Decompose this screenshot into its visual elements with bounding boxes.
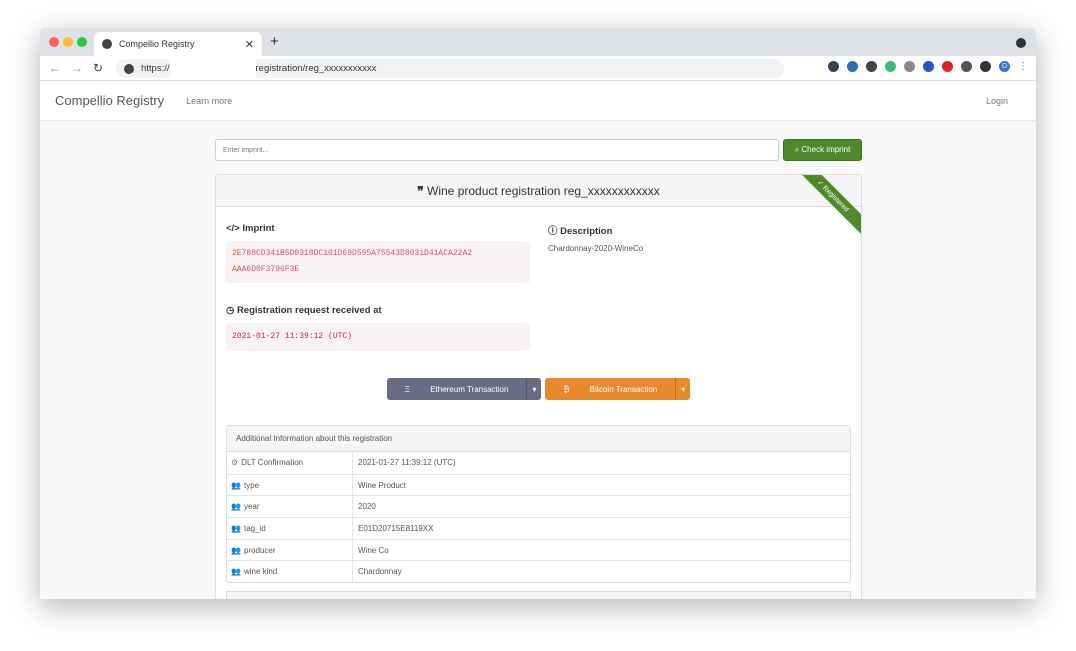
imprint-line: AAA6D0F3796F3E: [232, 265, 300, 274]
chat-icon[interactable]: [923, 61, 934, 72]
received-label: Registration request received at: [236, 305, 382, 316]
row-key-text: year: [243, 502, 260, 512]
next-panel: [226, 591, 851, 599]
site-navbar: Compellio Registry Learn more Login: [40, 81, 1036, 121]
more-icon[interactable]: ⋮: [1018, 61, 1028, 72]
code-icon: </>: [226, 223, 243, 234]
table-row: 👥 wine kind Chardonnay: [227, 560, 850, 583]
received-value: 2021-01-27 11:39:12 (UTC): [226, 323, 530, 351]
camera-icon[interactable]: [904, 61, 915, 72]
row-key: 👥 year: [227, 496, 353, 518]
row-value: Wine Co: [358, 545, 389, 555]
reload-icon[interactable]: ↻: [93, 61, 103, 75]
profile-avatar[interactable]: D: [999, 61, 1010, 72]
clock-icon: ◷: [226, 305, 237, 316]
tab-title: Compellio Registry: [119, 39, 195, 49]
minimize-window-button[interactable]: [63, 37, 73, 47]
info-icon: ⓘ: [548, 226, 561, 237]
row-key: 👥 producer: [227, 539, 353, 561]
users-icon: 👥: [231, 567, 241, 577]
row-key-text: producer: [243, 545, 276, 555]
row-key: 👥 type: [227, 474, 353, 496]
users-icon: 👥: [231, 480, 241, 490]
transaction-buttons: Ξ Ethereum Transaction ▾ ₿ Bitcoin Transa…: [216, 378, 861, 400]
info-heading: Additional Information about this regist…: [227, 426, 850, 452]
description-value: Chardonnay-2020-WineCo: [548, 244, 644, 253]
table-row: 👥 type Wine Product: [227, 473, 850, 496]
row-value: E01D20715E8119XX: [358, 523, 434, 533]
row-key-text: wine kind: [243, 567, 278, 577]
cogs-icon: ⚙: [231, 458, 239, 468]
new-tab-button[interactable]: +: [270, 33, 279, 50]
extension-icon[interactable]: [866, 61, 877, 72]
close-tab-icon[interactable]: ✕: [245, 38, 254, 51]
learn-more-link[interactable]: Learn more: [186, 96, 232, 106]
extension-icon[interactable]: [828, 61, 839, 72]
bitcoin-transaction-button[interactable]: ₿ Bitcoin Transaction ▾: [545, 378, 691, 400]
panel-header: ❞ Wine product registration reg_xxxxxxxx…: [216, 175, 861, 207]
imprint-input[interactable]: [215, 139, 779, 161]
browser-window: Compellio Registry ✕ + ← → ↻ https:// regi…: [40, 28, 1036, 599]
imprint-value: 2E788CD341B5D0310DC101D69D595A75543D8031…: [226, 241, 530, 283]
extension-icon[interactable]: [942, 61, 953, 72]
row-key: ⚙ DLT Confirmation: [227, 452, 353, 474]
forward-icon[interactable]: →: [71, 61, 83, 75]
additional-info-table: Additional Information about this regist…: [226, 425, 851, 584]
url-redaction: [169, 59, 256, 78]
panel-title: Wine product registration reg_xxxxxxxxxx…: [427, 184, 660, 198]
quote-icon: ❞: [417, 184, 428, 198]
row-value: Chardonnay: [358, 567, 402, 577]
users-icon: 👥: [231, 502, 241, 512]
browser-tab[interactable]: Compellio Registry ✕: [94, 32, 262, 56]
row-key: 👥 tag_id: [227, 518, 353, 539]
row-key: 👥 wine kind: [227, 561, 353, 583]
brand-link[interactable]: Compellio Registry: [55, 93, 164, 108]
bitcoin-icon: ₿: [563, 384, 572, 394]
extension-icon[interactable]: [847, 61, 858, 72]
row-key-text: tag_id: [243, 523, 266, 533]
extensions: D ⋮: [828, 61, 1028, 72]
eth-label: Ethereum Transaction: [430, 384, 509, 394]
browser-menu-icon[interactable]: [1016, 38, 1026, 48]
imprint-search: ⌕ Check imprint: [215, 139, 862, 161]
check-imprint-button[interactable]: ⌕ Check imprint: [783, 139, 862, 161]
imprint-label: Imprint: [242, 223, 275, 234]
check-imprint-label: Check imprint: [801, 145, 851, 154]
row-key-text: DLT Confirmation: [241, 458, 304, 468]
users-icon: 👥: [231, 545, 241, 555]
row-value: 2020: [358, 502, 376, 512]
ethereum-icon: Ξ: [404, 384, 413, 394]
back-icon[interactable]: ←: [49, 61, 61, 75]
puzzle-icon[interactable]: [980, 61, 991, 72]
row-value: Wine Product: [358, 480, 407, 490]
url-path: registration/reg_xxxxxxxxxxx: [255, 63, 377, 74]
maximize-window-button[interactable]: [77, 37, 87, 47]
table-row: 👥 producer Wine Co: [227, 538, 850, 561]
login-link[interactable]: Login: [986, 96, 1008, 106]
description-label: Description: [560, 226, 613, 237]
imprint-line: 2E788CD341B5D0310DC101D69D595A75543D8031…: [232, 249, 473, 258]
address-bar-row: ← → ↻ https:// registration/reg_xxxxxxxxx…: [40, 56, 1036, 81]
row-value: 2021-01-27 11:39:12 (UTC): [358, 458, 456, 468]
extension-icon[interactable]: [885, 61, 896, 72]
url-input[interactable]: https:// registration/reg_xxxxxxxxxxx: [116, 59, 784, 78]
globe-icon: [124, 63, 134, 74]
table-row: 👥 year 2020: [227, 495, 850, 518]
table-row: 👥 tag_id E01D20715E8119XX: [227, 517, 850, 539]
ethereum-transaction-button[interactable]: Ξ Ethereum Transaction ▾: [386, 378, 542, 400]
row-key-text: type: [243, 480, 260, 490]
users-icon: 👥: [231, 523, 241, 533]
btc-label: Bitcoin Transaction: [589, 384, 658, 394]
main-content: ⌕ Check imprint ❞ Wine product registrat…: [215, 139, 862, 599]
table-row: ⚙ DLT Confirmation 2021-01-27 11:39:12 (UT…: [227, 452, 850, 474]
tab-bar: Compellio Registry ✕ +: [40, 28, 1036, 56]
globe-icon: [102, 39, 112, 49]
bitcoin-dropdown-caret[interactable]: ▾: [675, 378, 690, 400]
registration-panel: ❞ Wine product registration reg_xxxxxxxx…: [215, 174, 862, 599]
extension-icon[interactable]: [961, 61, 972, 72]
ethereum-dropdown-caret[interactable]: ▾: [526, 378, 541, 400]
url-prefix: https://: [141, 63, 170, 74]
close-window-button[interactable]: [49, 37, 59, 47]
